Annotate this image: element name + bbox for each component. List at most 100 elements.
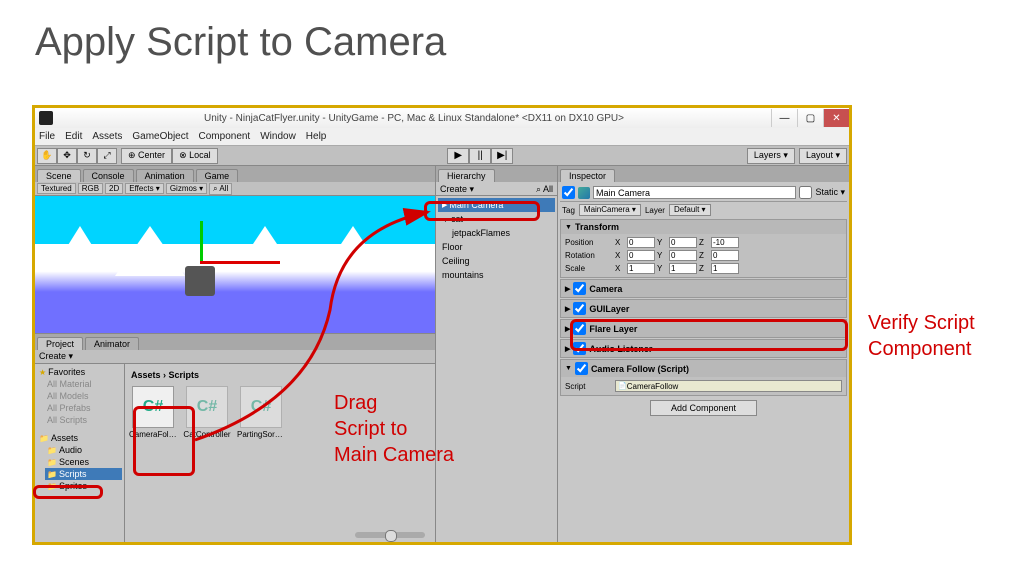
csharp-icon: C#	[240, 386, 282, 428]
gameobject-icon	[578, 187, 590, 199]
slide-title: Apply Script to Camera	[0, 0, 1024, 75]
script-field-value[interactable]: 📄CameraFollow	[615, 380, 842, 392]
hierarchy-search[interactable]: ⌕ All	[536, 184, 553, 193]
tree-all-scripts[interactable]: All Scripts	[45, 414, 122, 426]
csharp-icon: C#	[132, 386, 174, 428]
hand-tool-button[interactable]: ✋	[37, 148, 57, 164]
script-partingsorting[interactable]: C# PartingSortin…	[237, 386, 285, 439]
gizmo-x-axis[interactable]	[200, 261, 280, 264]
menu-assets[interactable]: Assets	[92, 131, 122, 142]
layer-dropdown[interactable]: Default ▾	[669, 204, 711, 216]
maximize-button[interactable]: ▢	[797, 109, 823, 127]
tab-animation[interactable]: Animation	[136, 169, 194, 182]
close-button[interactable]: ✕	[823, 109, 849, 127]
scene-gizmos-dropdown[interactable]: Gizmos ▾	[166, 183, 207, 194]
project-create-dropdown[interactable]: Create ▾	[39, 351, 73, 362]
tree-assets[interactable]: Assets	[37, 432, 122, 444]
tree-all-models[interactable]: All Models	[45, 390, 122, 402]
cat-sprite[interactable]	[185, 266, 215, 296]
hierarchy-create-dropdown[interactable]: Create ▾	[440, 184, 474, 193]
annotation-verify: Verify Script Component	[868, 310, 975, 362]
script-camerafollow[interactable]: C# CameraFollov	[129, 386, 177, 439]
script-component-header[interactable]: ▼Camera Follow (Script)	[561, 360, 846, 377]
static-label[interactable]: Static ▾	[815, 187, 845, 198]
tree-audio[interactable]: Audio	[45, 444, 122, 456]
transform-component: ▼Transform PositionXYZ RotationXYZ Scale…	[560, 219, 847, 278]
menu-window[interactable]: Window	[260, 131, 296, 142]
scale-y-input[interactable]	[669, 263, 697, 274]
tab-hierarchy[interactable]: Hierarchy	[438, 169, 495, 182]
tag-label: Tag	[562, 206, 575, 215]
tree-all-prefabs[interactable]: All Prefabs	[45, 402, 122, 414]
scale-x-input[interactable]	[627, 263, 655, 274]
titlebar[interactable]: Unity - NinjaCatFlyer.unity - UnityGame …	[35, 108, 849, 128]
pivot-local-button[interactable]: ⊗ Local	[172, 148, 218, 164]
camerafollow-script-component: ▼Camera Follow (Script) Script 📄CameraFo…	[560, 359, 847, 396]
rotation-z-input[interactable]	[711, 250, 739, 261]
step-button[interactable]: ▶|	[491, 148, 513, 164]
menu-edit[interactable]: Edit	[65, 131, 82, 142]
pivot-center-button[interactable]: ⊕ Center	[121, 148, 172, 164]
hierarchy-item-main-camera[interactable]: ▶Main Camera	[438, 198, 555, 212]
tab-inspector[interactable]: Inspector	[560, 169, 615, 182]
tree-sprites[interactable]: Sprites	[45, 480, 122, 492]
tree-scenes[interactable]: Scenes	[45, 456, 122, 468]
project-breadcrumb[interactable]: Assets › Scripts	[129, 368, 431, 382]
script-catcontroller[interactable]: C# CatController	[183, 386, 231, 439]
move-tool-button[interactable]: ✥	[57, 148, 77, 164]
script-field-label: Script	[565, 382, 613, 391]
gizmo-y-axis[interactable]	[200, 221, 203, 261]
gameobject-name-input[interactable]	[593, 186, 796, 199]
scene-search[interactable]: ⌕ All	[209, 183, 232, 195]
camera-component-header[interactable]: ▶Camera	[561, 280, 846, 297]
tab-game[interactable]: Game	[196, 169, 239, 182]
layers-dropdown[interactable]: Layers ▾	[747, 148, 795, 164]
menu-file[interactable]: File	[39, 131, 55, 142]
gameobject-active-checkbox[interactable]	[562, 186, 575, 199]
play-button[interactable]: ▶	[447, 148, 469, 164]
rotation-y-input[interactable]	[669, 250, 697, 261]
icon-size-slider[interactable]	[355, 532, 425, 538]
hierarchy-list[interactable]: ▶Main Camera ▼cat jetpackFlames Floor Ce…	[436, 196, 557, 284]
tab-project[interactable]: Project	[37, 337, 83, 350]
scene-effects-dropdown[interactable]: Effects ▾	[125, 183, 164, 194]
rotate-tool-button[interactable]: ↻	[77, 148, 97, 164]
position-x-input[interactable]	[627, 237, 655, 248]
rotation-x-input[interactable]	[627, 250, 655, 261]
menu-gameobject[interactable]: GameObject	[132, 131, 188, 142]
minimize-button[interactable]: —	[771, 109, 797, 127]
hierarchy-item-mountains[interactable]: mountains	[438, 268, 555, 282]
project-tree[interactable]: Favorites All Material All Models All Pr…	[35, 364, 125, 542]
position-y-input[interactable]	[669, 237, 697, 248]
hierarchy-item-floor[interactable]: Floor	[438, 240, 555, 254]
layout-dropdown[interactable]: Layout ▾	[799, 148, 847, 164]
pause-button[interactable]: ||	[469, 148, 491, 164]
scene-view[interactable]	[35, 196, 435, 334]
static-checkbox[interactable]	[799, 186, 812, 199]
menu-help[interactable]: Help	[306, 131, 327, 142]
hierarchy-item-jetpackflames[interactable]: jetpackFlames	[448, 226, 555, 240]
hierarchy-item-ceiling[interactable]: Ceiling	[438, 254, 555, 268]
add-component-button[interactable]: Add Component	[650, 400, 757, 416]
scale-tool-button[interactable]: ⤢	[97, 148, 117, 164]
tag-dropdown[interactable]: MainCamera ▾	[579, 204, 641, 216]
toolbar: ✋ ✥ ↻ ⤢ ⊕ Center ⊗ Local ▶ || ▶| Layers …	[35, 146, 849, 166]
guilayer-component-header[interactable]: ▶GUILayer	[561, 300, 846, 317]
hierarchy-item-cat[interactable]: ▼cat	[438, 212, 555, 226]
tree-all-materials[interactable]: All Material	[45, 378, 122, 390]
flare-component-header[interactable]: ▶Flare Layer	[561, 320, 846, 337]
scene-rgb-dropdown[interactable]: RGB	[78, 183, 103, 194]
tab-console[interactable]: Console	[83, 169, 134, 182]
tree-scripts[interactable]: Scripts	[45, 468, 122, 480]
scene-2d-toggle[interactable]: 2D	[105, 183, 123, 194]
scene-shading-dropdown[interactable]: Textured	[37, 183, 76, 194]
position-z-input[interactable]	[711, 237, 739, 248]
transform-header[interactable]: ▼Transform	[561, 220, 846, 234]
tab-animator[interactable]: Animator	[85, 337, 139, 350]
tree-favorites[interactable]: Favorites	[37, 366, 122, 378]
tab-scene[interactable]: Scene	[37, 169, 81, 182]
audio-component-header[interactable]: ▶Audio Listener	[561, 340, 846, 357]
menu-component[interactable]: Component	[199, 131, 251, 142]
position-label: Position	[565, 238, 613, 247]
scale-z-input[interactable]	[711, 263, 739, 274]
